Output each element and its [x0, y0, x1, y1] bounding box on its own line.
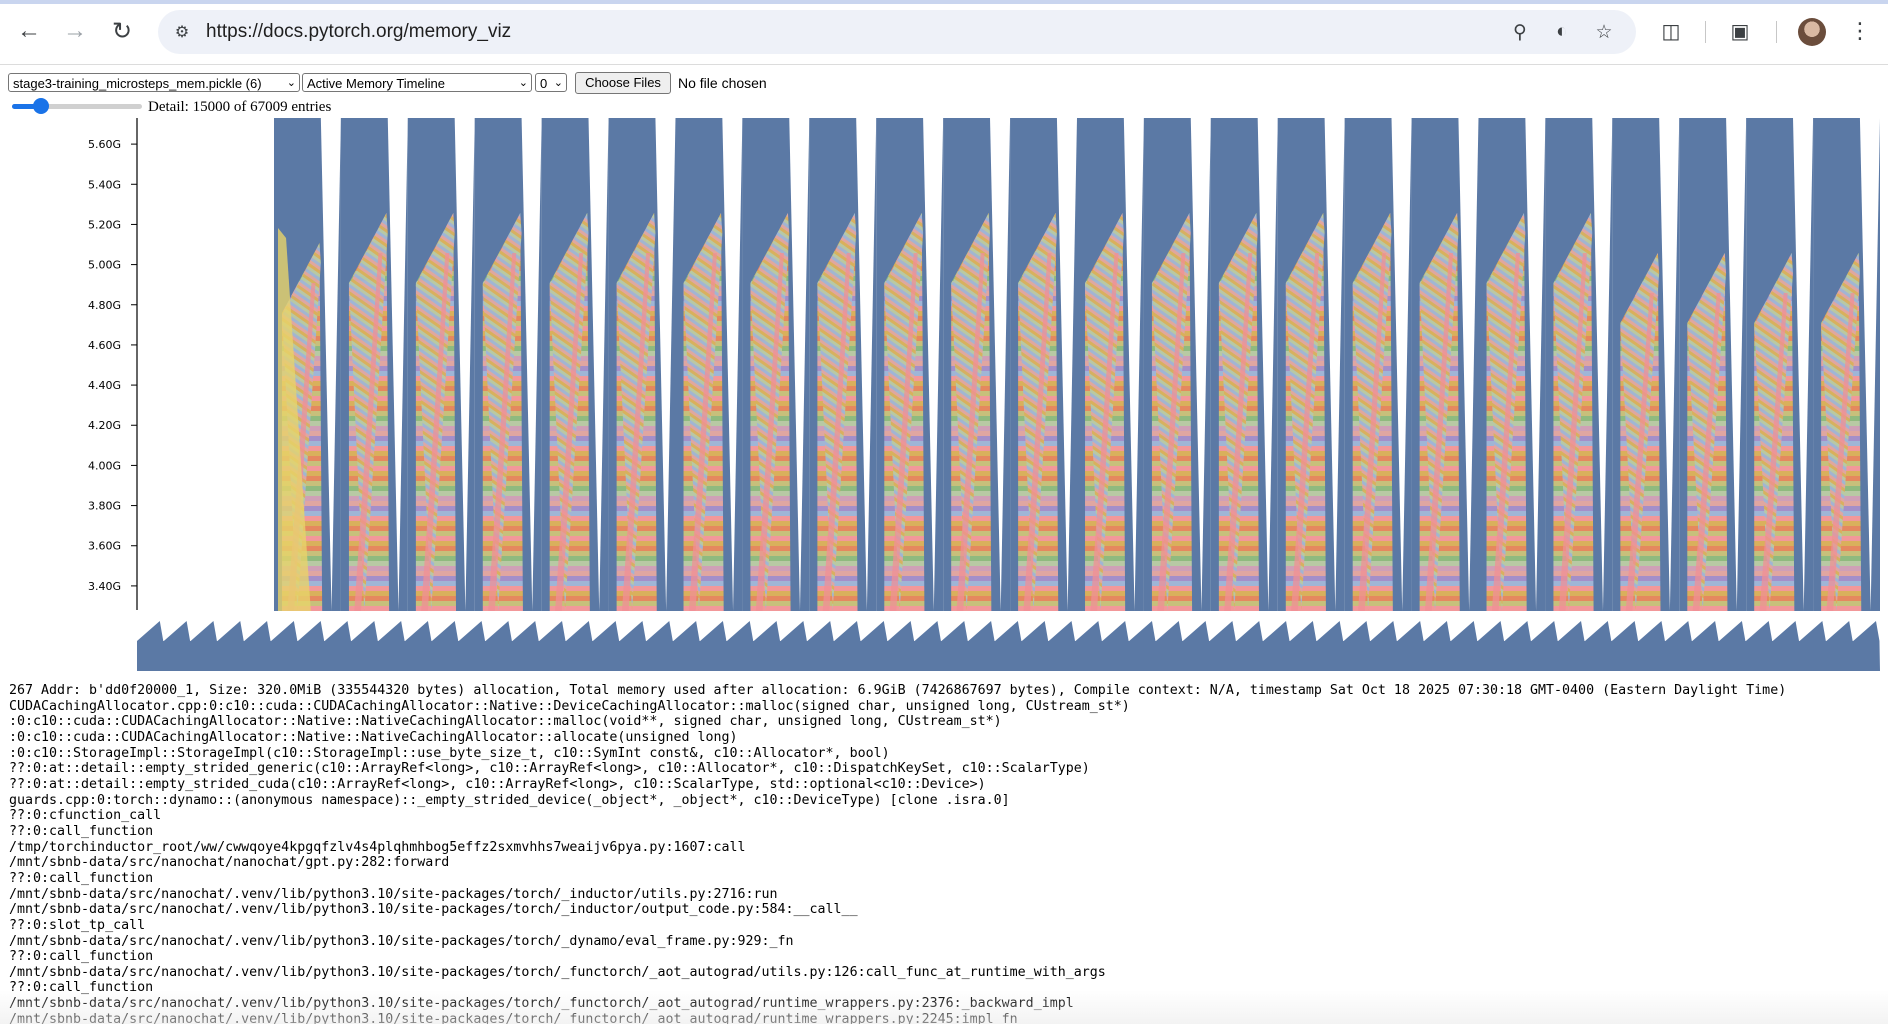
reload-icon[interactable]: ↻: [105, 14, 139, 48]
performance-icon[interactable]: ◐: [1548, 18, 1576, 46]
detail-slider-thumb[interactable]: [32, 98, 49, 114]
extensions-icon[interactable]: ◫: [1655, 15, 1687, 47]
chevron-down-icon: ⌄: [286, 77, 296, 89]
trace-line: CUDACachingAllocator.cpp:0:c10::cuda::CU…: [9, 698, 1130, 714]
detail-label: Detail: 15000 of 67009 entries: [148, 99, 332, 115]
trace-line: ??:0:call_function: [9, 949, 154, 965]
avatar[interactable]: [1798, 18, 1826, 46]
y-tick-label: 3.40G: [88, 580, 121, 593]
minimap-area: [137, 621, 1880, 671]
trace-line: :0:c10::cuda::CUDACachingAllocator::Nati…: [9, 729, 738, 745]
stack-trace: 267 Addr: b'dd0f20000_1, Size: 320.0MiB …: [9, 683, 1879, 1024]
trace-line: ??:0:call_function: [9, 823, 154, 839]
trace-line: ??:0:cfunction_call: [9, 808, 162, 824]
chevron-down-icon: ⌄: [553, 77, 563, 89]
y-tick-label: 5.40G: [88, 178, 121, 191]
trace-line: 267 Addr: b'dd0f20000_1, Size: 320.0MiB …: [9, 683, 1787, 698]
plot-area[interactable]: [274, 118, 1880, 611]
snapshot-select-value: stage3-training_microsteps_mem.pickle (6…: [13, 76, 262, 91]
trace-line: ??:0:at::detail::empty_strided_generic(c…: [9, 761, 1090, 777]
y-tick-label: 4.40G: [88, 379, 121, 392]
toolbar-divider: [1776, 21, 1777, 43]
y-tick-label: 5.00G: [88, 259, 121, 272]
y-tick-label: 4.20G: [88, 419, 121, 432]
url-text[interactable]: https://docs.pytorch.org/memory_viz: [206, 21, 511, 43]
trace-line: :0:c10::cuda::CUDACachingAllocator::Nati…: [9, 714, 1002, 730]
back-icon[interactable]: ←: [12, 14, 46, 48]
trace-line: /mnt/sbnb-data/src/nanochat/.venv/lib/py…: [9, 933, 794, 949]
tab-strip: [0, 0, 1888, 4]
address-bar[interactable]: ⚙ https://docs.pytorch.org/memory_viz ⚲ …: [158, 10, 1636, 54]
trace-line: ??:0:at::detail::empty_strided_cuda(c10:…: [9, 776, 986, 792]
trace-line: /mnt/sbnb-data/src/nanochat/.venv/lib/py…: [9, 886, 778, 902]
y-tick-label: 4.60G: [88, 339, 121, 352]
trace-line: /tmp/torchinductor_root/ww/cwwqoye4kpgqf…: [9, 839, 746, 855]
minimap[interactable]: [137, 621, 1880, 671]
trace-line: :0:c10::StorageImpl::StorageImpl(c10::St…: [9, 745, 890, 761]
trace-line: ??:0:call_function: [9, 870, 154, 886]
trace-line: guards.cpp:0:torch::dynamo::(anonymous n…: [9, 792, 1010, 808]
trace-line: ??:0:call_function: [9, 980, 154, 996]
trace-line: /mnt/sbnb-data/src/nanochat/.venv/lib/py…: [9, 902, 858, 918]
y-tick-label: 5.20G: [88, 218, 121, 231]
trace-line: /mnt/sbnb-data/src/nanochat/.venv/lib/py…: [9, 996, 1074, 1012]
y-tick-label: 4.00G: [88, 459, 121, 472]
y-tick-label: 4.80G: [88, 299, 121, 312]
trace-line: /mnt/sbnb-data/src/nanochat/.venv/lib/py…: [9, 964, 1106, 980]
trace-line: ??:0:slot_tp_call: [9, 917, 146, 933]
file-status: No file chosen: [678, 75, 767, 91]
toolbar-divider: [1705, 21, 1706, 43]
y-tick-label: 3.80G: [88, 500, 121, 513]
bookmark-star-icon[interactable]: ☆: [1590, 18, 1618, 46]
trace-line: /mnt/sbnb-data/src/nanochat/nanochat/gpt…: [9, 855, 450, 871]
tab-search-icon[interactable]: ▣: [1724, 15, 1756, 47]
browser-toolbar: ← → ↻ ⚙ https://docs.pytorch.org/memory_…: [0, 0, 1888, 65]
y-tick-label: 3.60G: [88, 540, 121, 553]
device-select[interactable]: 0 ⌄: [535, 73, 567, 92]
forward-icon[interactable]: →: [58, 14, 92, 48]
device-select-value: 0: [540, 76, 548, 91]
snapshot-select[interactable]: stage3-training_microsteps_mem.pickle (6…: [8, 73, 300, 92]
y-tick-label: 5.60G: [88, 138, 121, 151]
memory-timeline-chart[interactable]: 5.60G 5.40G 5.20G 5.00G 4.80G 4.60G 4.40G 4.20G…: [0, 116, 1888, 676]
y-axis: 5.60G 5.40G 5.20G 5.00G 4.80G 4.60G 4.40G 4.20G…: [88, 118, 138, 610]
view-select[interactable]: Active Memory Timeline ⌄: [302, 73, 532, 92]
trace-line: /mnt/sbnb-data/src/nanochat/.venv/lib/py…: [9, 1011, 1018, 1024]
choose-files-button[interactable]: Choose Files: [575, 72, 671, 94]
site-settings-icon[interactable]: ⚙: [168, 18, 196, 46]
chevron-down-icon: ⌄: [518, 77, 528, 89]
more-menu-icon[interactable]: ⋮: [1844, 15, 1876, 47]
view-select-value: Active Memory Timeline: [307, 76, 445, 91]
zoom-icon[interactable]: ⚲: [1506, 18, 1534, 46]
